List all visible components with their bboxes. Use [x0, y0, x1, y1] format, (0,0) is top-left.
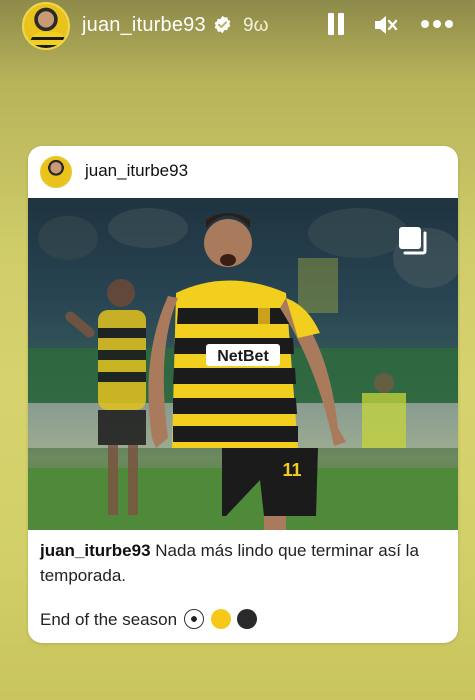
story-username[interactable]: juan_iturbe93 [82, 14, 206, 37]
player-celebration-image: NetBet 11 [28, 208, 458, 530]
caption-username[interactable]: juan_iturbe93 [40, 541, 151, 560]
multi-photo-icon [399, 227, 427, 255]
black-circle-icon [237, 609, 258, 629]
post-username[interactable]: juan_iturbe93 [85, 161, 188, 181]
post-photo[interactable]: NetBet 11 [28, 198, 458, 530]
soccer-ball-icon [183, 609, 204, 629]
shorts-number: 11 [282, 460, 301, 480]
pause-icon[interactable] [326, 13, 346, 37]
more-options-icon[interactable] [420, 18, 454, 30]
story-header: juan_iturbe93 9ω [0, 0, 475, 50]
post-caption: juan_iturbe93 Nada más lindo que termina… [40, 538, 446, 588]
post-header: juan_iturbe93 [28, 146, 458, 198]
yellow-circle-icon [210, 609, 231, 629]
shared-post-card[interactable]: juan_iturbe93 NetBet 11 juan_iturbe93 Na… [28, 146, 458, 643]
story-time: 9ω [243, 15, 269, 36]
caption-line-2-text: End of the season [40, 610, 178, 629]
jersey-sponsor: NetBet [217, 348, 269, 365]
post-avatar[interactable] [40, 156, 72, 188]
caption-line-2: End of the season [40, 609, 258, 630]
verified-badge-icon [214, 15, 231, 34]
story-avatar[interactable] [22, 2, 70, 50]
speaker-muted-icon[interactable] [372, 12, 398, 38]
